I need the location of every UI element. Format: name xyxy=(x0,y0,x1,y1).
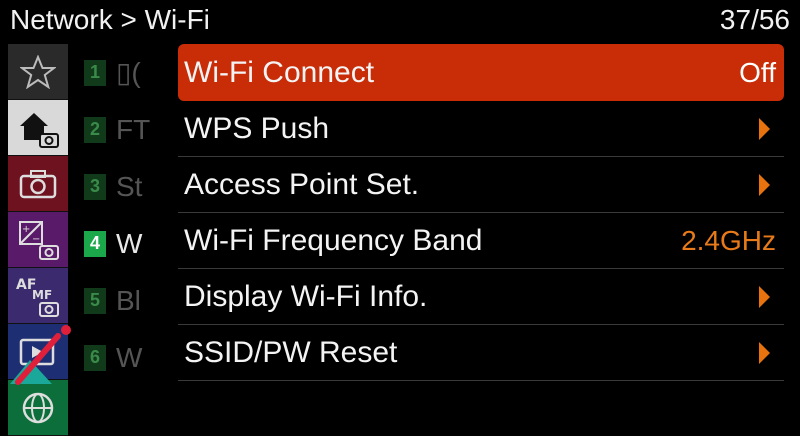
subpage-label: W xyxy=(116,227,143,259)
tab-main[interactable] xyxy=(8,100,68,156)
menu-item-label: Wi-Fi Connect xyxy=(184,55,375,89)
tab-my-menu[interactable] xyxy=(8,44,68,100)
menu-item-wifi-frequency-band[interactable]: Wi-Fi Frequency Band 2.4GHz xyxy=(178,213,784,269)
menu-item-value: 2.4GHz xyxy=(681,224,776,256)
subpage-item-5[interactable]: 5 Bl xyxy=(84,272,164,329)
watermark-logo xyxy=(10,325,71,385)
subpage-number: 1 xyxy=(84,59,106,86)
chevron-right-icon xyxy=(759,285,770,308)
home-camera-icon xyxy=(20,112,59,148)
chevron-right-icon xyxy=(759,117,770,140)
menu-item-label: Access Point Set. xyxy=(184,167,420,201)
menu-item-label: Display Wi-Fi Info. xyxy=(184,279,428,313)
subpage-item-1[interactable]: 1 ▯( xyxy=(84,44,164,101)
menu-item-value: Off xyxy=(739,56,776,88)
subpage-label: ▯( xyxy=(116,57,141,88)
chevron-right-icon xyxy=(759,173,770,196)
subpage-list: 1 ▯( 2 FT 3 St 4 W 5 Bl 6 W xyxy=(84,44,164,400)
menu-item-wifi-connect[interactable]: Wi-Fi Connect Off xyxy=(178,44,784,101)
menu-item-access-point-set[interactable]: Access Point Set. xyxy=(178,157,784,213)
tab-shooting[interactable] xyxy=(8,156,68,212)
menu-item-display-wifi-info[interactable]: Display Wi-Fi Info. xyxy=(178,269,784,325)
subpage-item-4[interactable]: 4 W xyxy=(84,215,164,272)
tab-exposure[interactable]: + − xyxy=(8,212,68,268)
subpage-number: 2 xyxy=(84,116,106,143)
af-mf-camera-icon: AF MF xyxy=(16,277,59,317)
svg-text:−: − xyxy=(32,234,40,245)
camera-icon xyxy=(19,169,57,198)
page-indicator: 37/56 xyxy=(719,4,790,35)
subpage-label: FT xyxy=(116,113,151,145)
subpage-item-3[interactable]: 3 St xyxy=(84,158,164,215)
tab-focus[interactable]: AF MF xyxy=(8,268,68,324)
subpage-number: 3 xyxy=(84,173,106,200)
subpage-number: 5 xyxy=(84,287,106,314)
menu-item-label: WPS Push xyxy=(184,111,330,145)
menu-item-label: Wi-Fi Frequency Band xyxy=(184,223,483,257)
subpage-label: Bl xyxy=(116,284,141,316)
header-bar: Network > Wi-Fi 37/56 xyxy=(0,0,800,40)
svg-text:MF: MF xyxy=(32,288,52,302)
menu-item-ssid-pw-reset[interactable]: SSID/PW Reset xyxy=(178,325,784,381)
subpage-label: St xyxy=(116,170,143,202)
svg-text:+: + xyxy=(22,224,30,235)
subpage-number: 4 xyxy=(84,230,106,257)
menu-list: Wi-Fi Connect Off WPS Push Access Point … xyxy=(178,44,784,400)
subpage-item-6[interactable]: 6 W xyxy=(84,329,164,386)
breadcrumb: Network > Wi-Fi xyxy=(10,4,210,35)
subpage-number: 6 xyxy=(84,344,106,371)
chevron-right-icon xyxy=(759,341,770,364)
network-globe-icon xyxy=(22,392,54,423)
exposure-camera-icon: + − xyxy=(19,220,59,260)
star-icon xyxy=(20,54,56,89)
subpage-label: W xyxy=(116,341,143,373)
menu-item-wps-push[interactable]: WPS Push xyxy=(178,101,784,157)
menu-item-label: SSID/PW Reset xyxy=(184,335,398,369)
subpage-item-2[interactable]: 2 FT xyxy=(84,101,164,158)
